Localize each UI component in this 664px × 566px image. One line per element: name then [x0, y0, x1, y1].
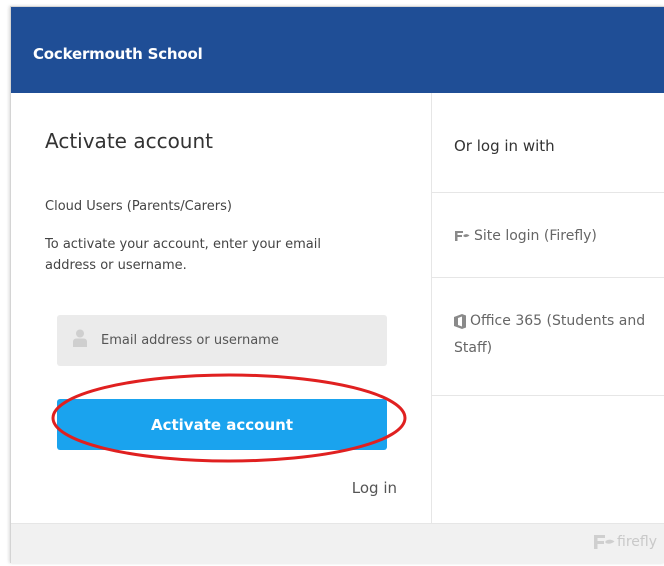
school-name: Cockermouth School	[33, 45, 203, 63]
instruction-text: To activate your account, enter your ema…	[45, 237, 321, 273]
footer-bar: firefly	[11, 523, 664, 563]
activate-account-button[interactable]: Activate account	[57, 399, 387, 450]
footer-brand: firefly	[617, 534, 657, 550]
user-icon	[73, 329, 87, 347]
header-bar: Cockermouth School	[11, 7, 664, 93]
site-login-button[interactable]: Site login (Firefly)	[454, 223, 654, 250]
firefly-logo-icon	[594, 535, 615, 549]
login-link[interactable]: Log in	[352, 479, 397, 497]
page-title: Activate account	[45, 129, 213, 153]
email-input[interactable]	[101, 315, 381, 366]
divider	[432, 192, 664, 193]
providers-panel: Or log in with Site login (Firefly) Offi…	[432, 93, 664, 523]
user-type-label: Cloud Users (Parents/Carers)	[45, 199, 232, 214]
login-page: Cockermouth School Activate account Clou…	[10, 6, 664, 563]
divider	[432, 277, 664, 278]
divider	[432, 395, 664, 396]
firefly-icon	[455, 231, 470, 241]
footer-logo: firefly	[593, 534, 657, 550]
site-login-label: Site login (Firefly)	[474, 228, 597, 244]
office365-button[interactable]: Office 365 (Students and Staff)	[454, 308, 654, 362]
email-field[interactable]	[57, 315, 387, 366]
providers-heading: Or log in with	[454, 137, 555, 155]
activate-panel: Activate account Cloud Users (Parents/Ca…	[11, 93, 431, 523]
office365-label: Office 365 (Students and Staff)	[454, 313, 646, 356]
office-icon	[454, 313, 466, 329]
